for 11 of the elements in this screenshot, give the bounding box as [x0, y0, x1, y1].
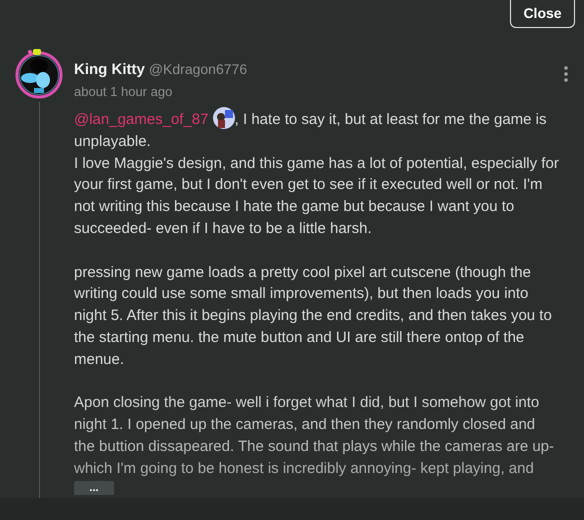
- author-handle: @Kdragon6776: [148, 61, 248, 77]
- author-name[interactable]: King Kitty: [74, 61, 145, 78]
- avatar: [15, 47, 63, 99]
- close-button[interactable]: Close: [510, 0, 575, 28]
- more-options-icon[interactable]: [564, 66, 568, 82]
- timestamp: about 1 hour ago: [74, 84, 174, 99]
- comment-text: Apon closing the game- well i forget what I did, but I somehow got into night 1. I opened up the cameras, and then they randomly closed and the buttion dissapeared. The sound that plays while the cameras are up- which I'm going to be honest is incredibly annoying- kept playing, and: [74, 393, 556, 479]
- comment-text: @lan_games_of_87 , I hate to say it, but at least for me the game is unplayable.: [74, 107, 560, 153]
- expand-button[interactable]: ...: [74, 481, 114, 496]
- comment-text: pressing new game loads a pretty cool pixel art cutscene (though the writing could use some small improvements), but then loads you into night 5. After this it begins playing the end credits, and then takes you to the starting menu. the mute button and UI are still there ontop of the menue.: [74, 262, 553, 370]
- comment-text: I love Maggie's design, and this game has a lot of potential, especially for your first game, but I don't even get to see if it executed well or not. I'm not writing this because I hate the game but because I want you to succeeded- even if I have to be a little harsh.: [74, 154, 560, 239]
